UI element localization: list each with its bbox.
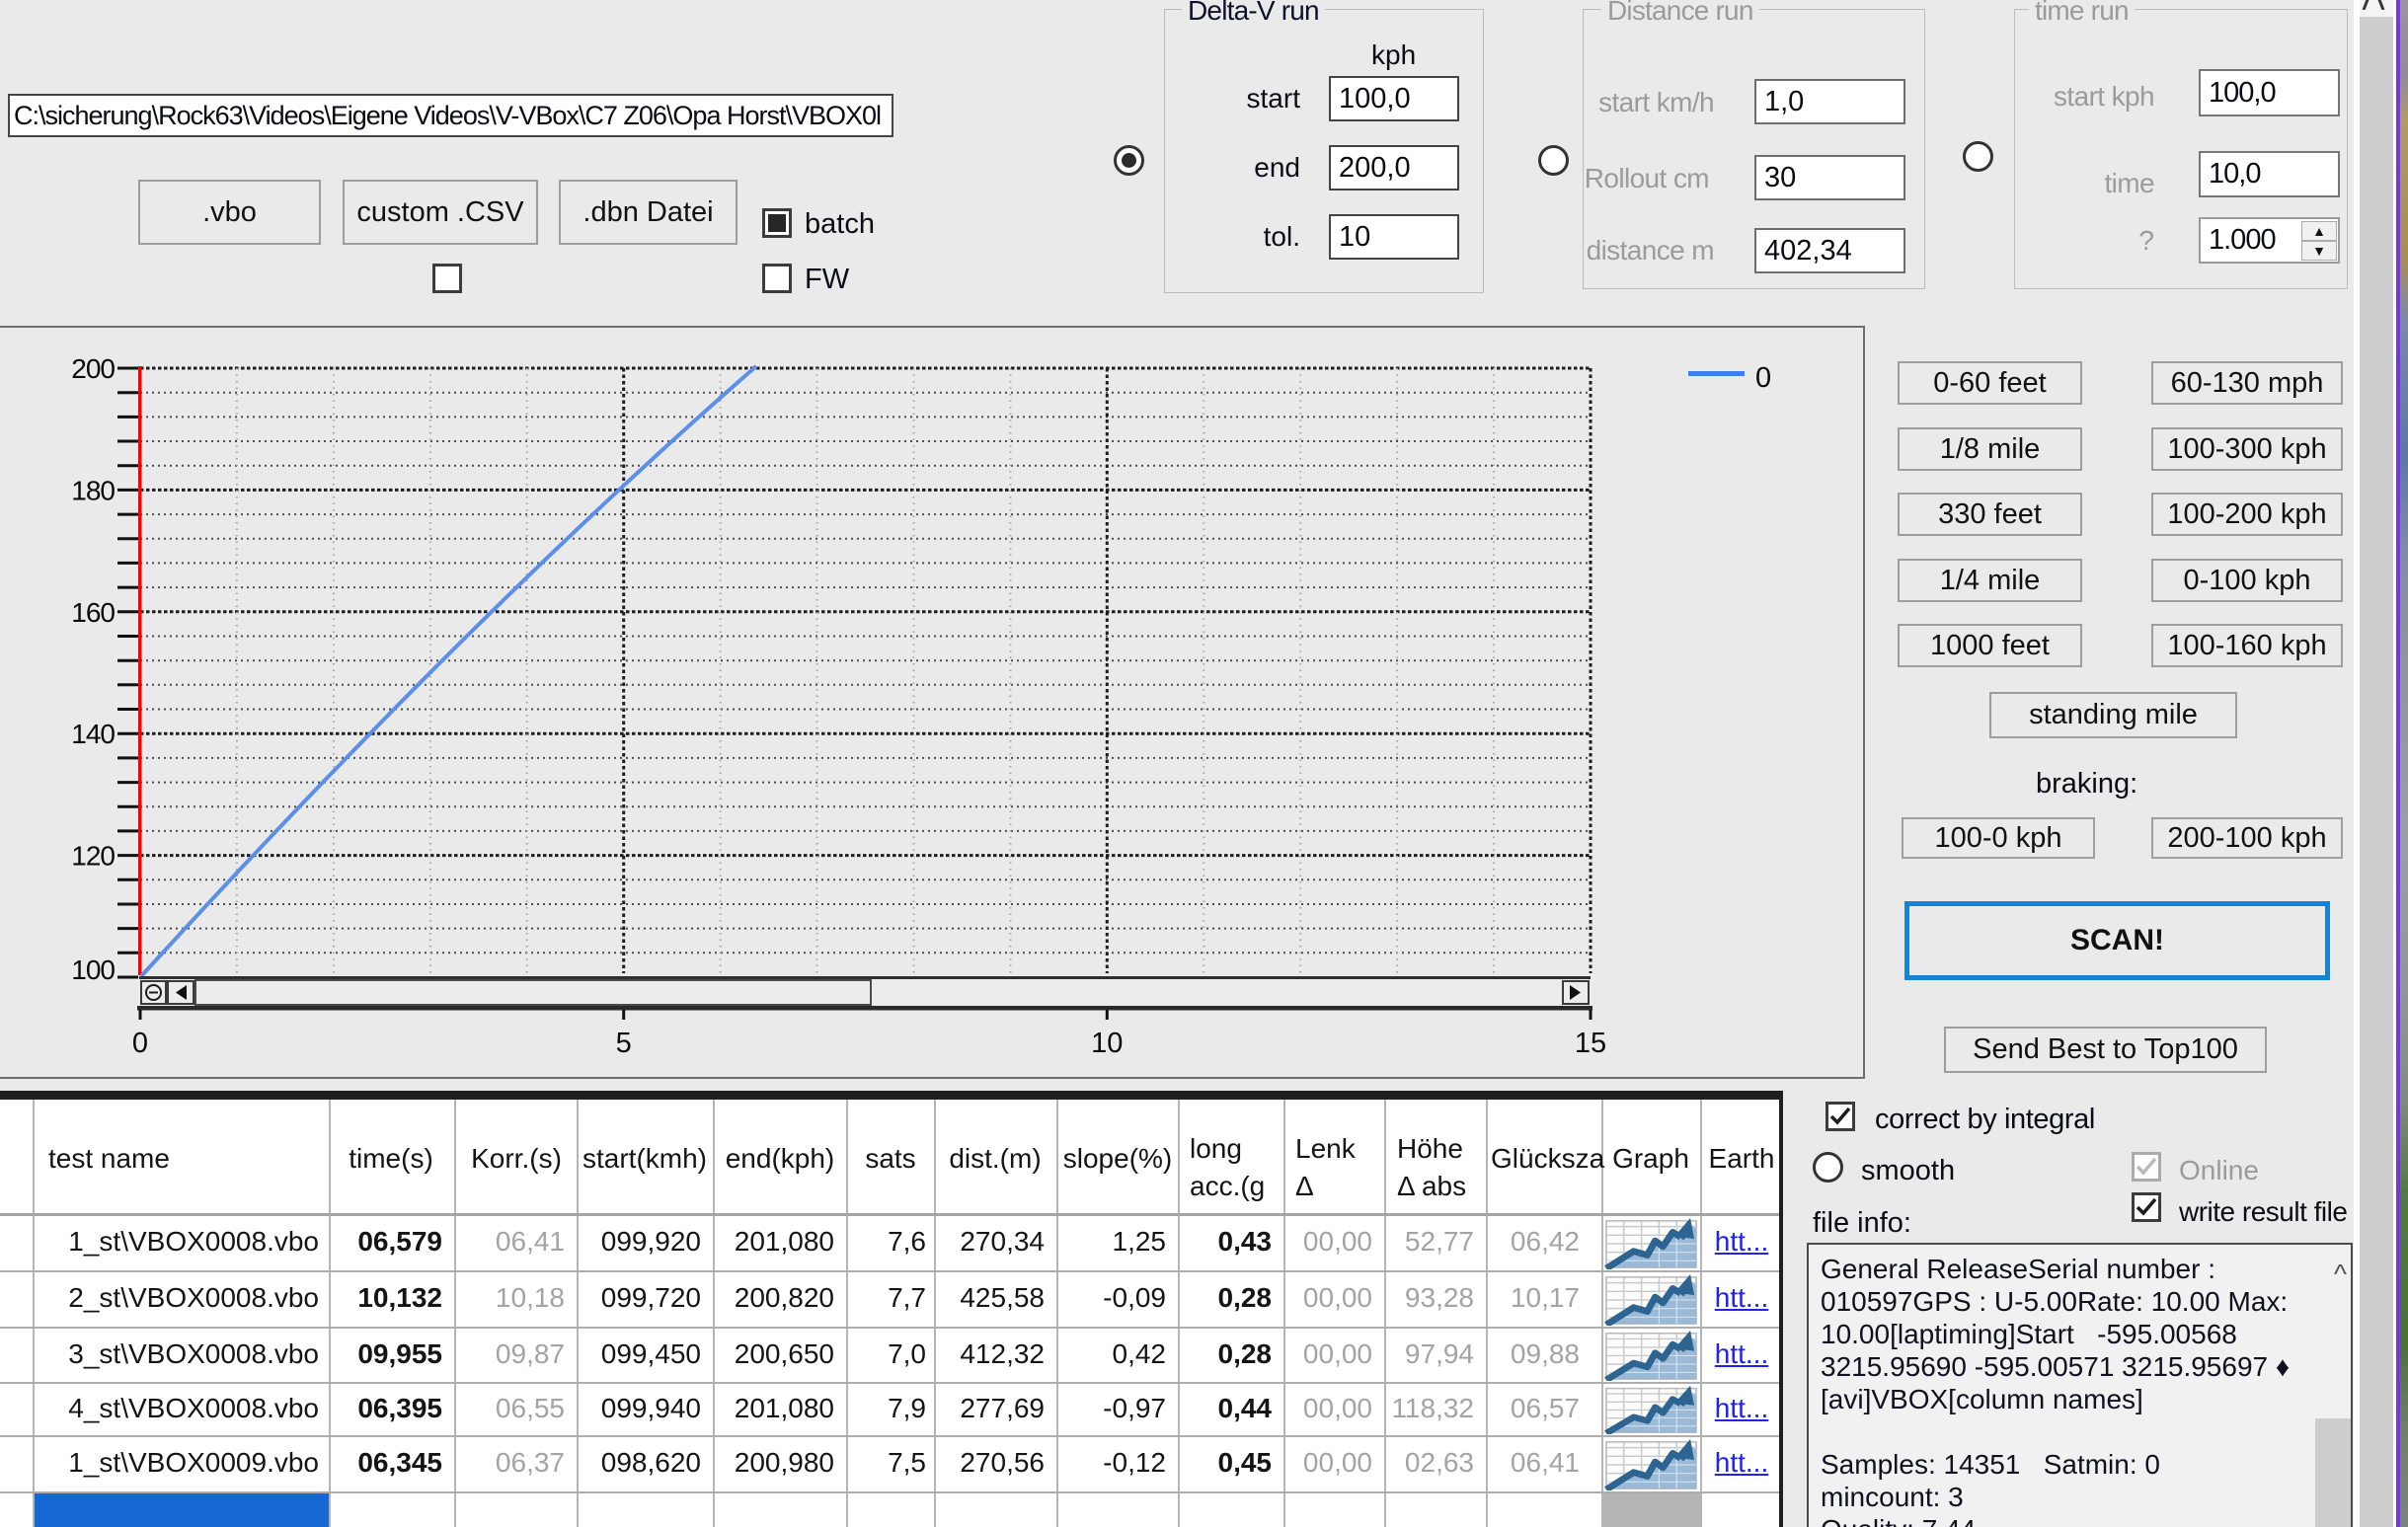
svg-text:10: 10 [1091, 1028, 1123, 1059]
svg-text:0: 0 [1755, 362, 1771, 394]
svg-text:200: 200 [71, 353, 115, 384]
svg-text:15: 15 [1575, 1028, 1606, 1059]
svg-text:180: 180 [71, 475, 115, 505]
svg-text:120: 120 [71, 841, 115, 872]
svg-text:100: 100 [71, 954, 115, 985]
svg-text:5: 5 [616, 1028, 632, 1059]
svg-text:160: 160 [71, 597, 115, 628]
svg-text:140: 140 [71, 719, 115, 749]
svg-text:0: 0 [132, 1028, 148, 1059]
